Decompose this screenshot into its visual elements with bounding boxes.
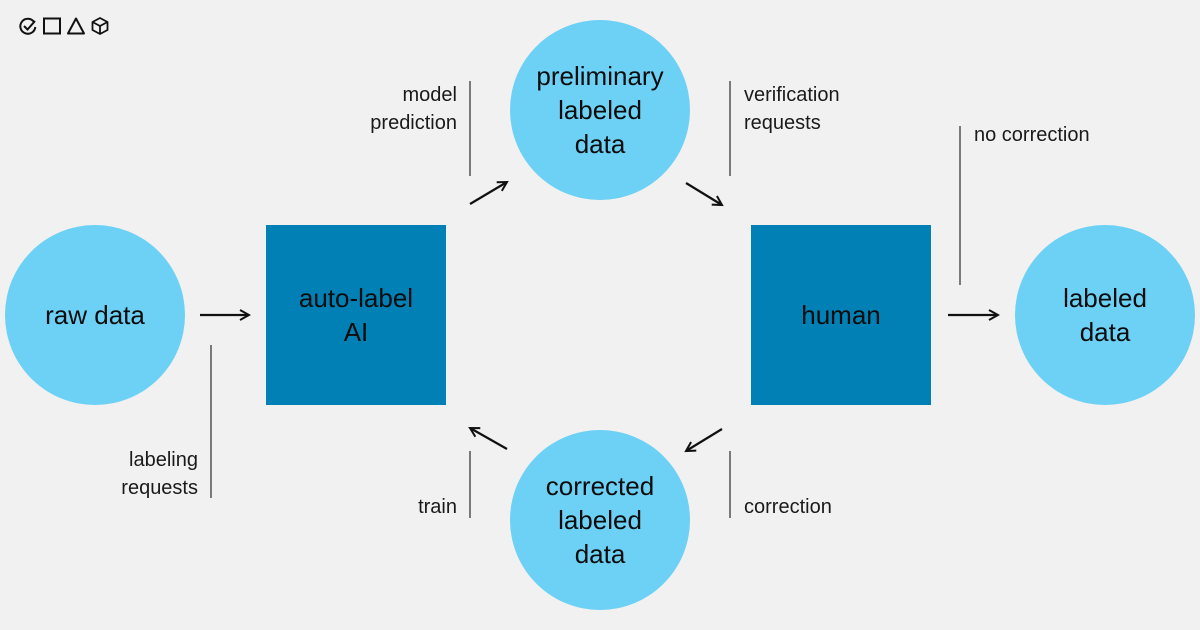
arrow-icon (470, 428, 508, 450)
arrow-human-to-corrected (686, 428, 723, 451)
arrow-icon (686, 428, 723, 451)
arrow-icon (685, 182, 722, 205)
arrow-preliminary-to-human (685, 182, 722, 205)
arrow-corrected-to-ai (470, 428, 508, 450)
arrow-ai-to-preliminary (469, 182, 507, 205)
arrow-icon (469, 182, 507, 205)
flow-arrows (200, 0, 1200, 630)
